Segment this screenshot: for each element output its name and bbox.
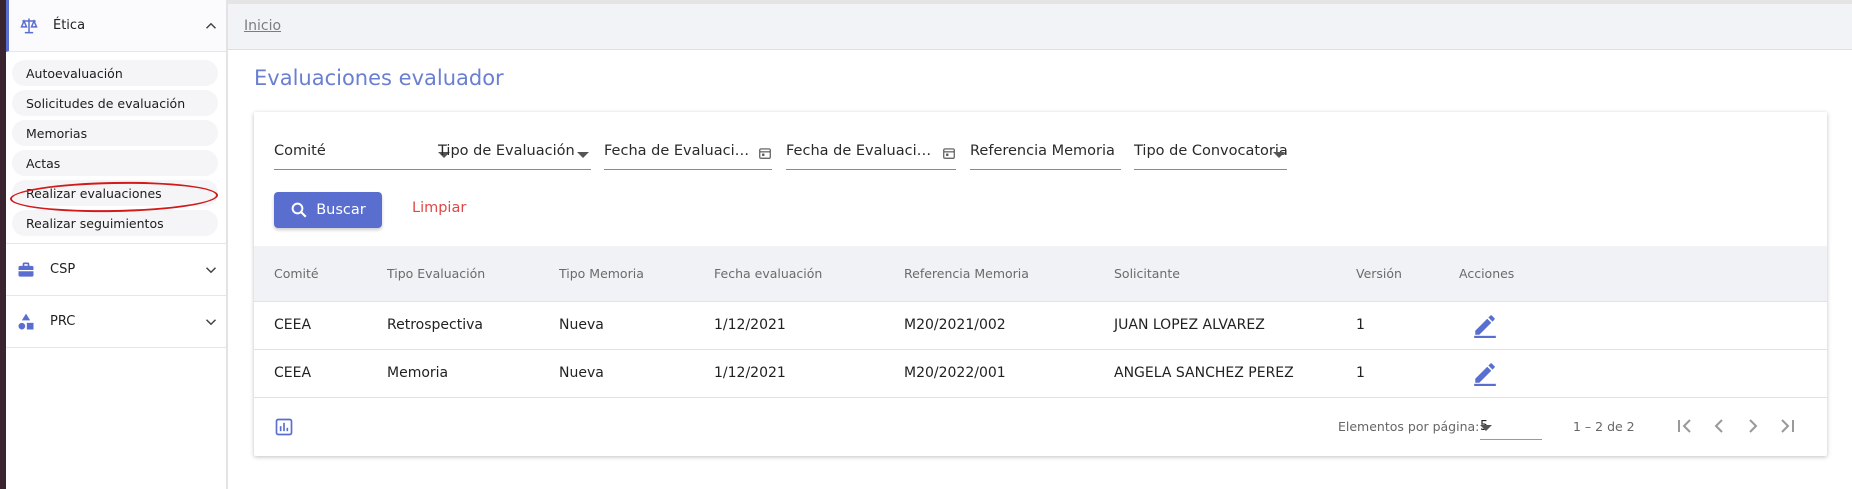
fecha-hasta-input[interactable]: Fecha de Evaluación Ha... xyxy=(786,140,956,170)
clear-button[interactable]: Limpiar xyxy=(412,200,466,216)
sidebar-group-label: PRC xyxy=(50,314,76,329)
referencia-memoria-input[interactable]: Referencia Memoria xyxy=(970,140,1121,170)
sidebar-item-realizar-seguimientos[interactable]: Realizar seguimientos xyxy=(12,210,218,236)
table-row: CEEA Retrospectiva Nueva 1/12/2021 M20/2… xyxy=(254,302,1827,350)
caret-down-icon xyxy=(1480,425,1492,431)
search-icon xyxy=(291,202,307,218)
comite-select[interactable]: Comité xyxy=(274,140,452,170)
results-card: Comité Tipo de Evaluación Fecha de Evalu… xyxy=(254,112,1827,456)
sidebar-group-csp[interactable]: CSP xyxy=(6,244,226,296)
briefcase-icon xyxy=(14,258,38,282)
column-header-fecha-evaluacion[interactable]: Fecha evaluación xyxy=(714,266,822,281)
calendar-icon[interactable] xyxy=(758,146,772,160)
search-button[interactable]: Buscar xyxy=(274,192,382,228)
cell-tipo-memoria: Nueva xyxy=(559,365,604,381)
items-per-page-label: Elementos por página: xyxy=(1338,419,1480,434)
sidebar-item-realizar-evaluaciones[interactable]: Realizar evaluaciones xyxy=(12,180,218,206)
cell-tipo-evaluacion: Retrospectiva xyxy=(387,317,483,333)
sidebar-item-actas[interactable]: Actas xyxy=(12,150,218,176)
breadcrumb: Inicio xyxy=(228,0,1852,50)
cell-comite: CEEA xyxy=(274,365,312,381)
sidebar-group-label: CSP xyxy=(50,262,76,277)
pagination-range: 1 – 2 de 2 xyxy=(1573,419,1635,434)
chevron-down-icon[interactable] xyxy=(202,313,220,331)
sidebar-group-label: Ética xyxy=(53,18,86,33)
previous-page-icon[interactable] xyxy=(1707,414,1731,438)
last-page-icon[interactable] xyxy=(1775,414,1799,438)
tipo-convocatoria-select[interactable]: Tipo de Convocatoria xyxy=(1134,140,1288,170)
next-page-icon[interactable] xyxy=(1741,414,1765,438)
sidebar: Ética Autoevaluación Solicitudes de eval… xyxy=(6,0,228,489)
fecha-desde-input[interactable]: Fecha de Evaluación De... xyxy=(604,140,772,170)
cell-comite: CEEA xyxy=(274,317,312,333)
cell-referencia-memoria: M20/2022/001 xyxy=(904,365,1006,381)
caret-down-icon xyxy=(1273,152,1285,158)
column-header-tipo-evaluacion[interactable]: Tipo Evaluación xyxy=(387,266,485,281)
caret-down-icon xyxy=(577,152,589,158)
cell-fecha-evaluacion: 1/12/2021 xyxy=(714,317,786,333)
sidebar-item-solicitudes[interactable]: Solicitudes de evaluación xyxy=(12,90,218,116)
column-header-version[interactable]: Versión xyxy=(1356,266,1402,281)
calendar-icon[interactable] xyxy=(942,146,956,160)
table-header: Comité Tipo Evaluación Tipo Memoria Fech… xyxy=(254,246,1827,302)
edit-icon[interactable] xyxy=(1472,360,1498,386)
breadcrumb-home-link[interactable]: Inicio xyxy=(244,18,281,34)
cell-solicitante: ANGELA SANCHEZ PEREZ xyxy=(1114,365,1294,381)
column-header-comite[interactable]: Comité xyxy=(274,266,319,281)
chevron-down-icon[interactable] xyxy=(202,261,220,279)
cell-solicitante: JUAN LOPEZ ALVAREZ xyxy=(1114,317,1265,333)
sidebar-item-memorias[interactable]: Memorias xyxy=(12,120,218,146)
sidebar-group-etica[interactable]: Ética xyxy=(6,0,226,52)
cell-version: 1 xyxy=(1356,317,1365,333)
table-footer: Elementos por página: 5 1 – 2 de 2 xyxy=(254,398,1827,456)
cell-tipo-memoria: Nueva xyxy=(559,317,604,333)
etica-submenu: Autoevaluación Solicitudes de evaluación… xyxy=(6,52,226,244)
cell-version: 1 xyxy=(1356,365,1365,381)
first-page-icon[interactable] xyxy=(1673,414,1697,438)
column-header-referencia-memoria[interactable]: Referencia Memoria xyxy=(904,266,1029,281)
page-title: Evaluaciones evaluador xyxy=(254,66,504,90)
column-header-solicitante[interactable]: Solicitante xyxy=(1114,266,1180,281)
column-header-tipo-memoria[interactable]: Tipo Memoria xyxy=(559,266,644,281)
cell-tipo-evaluacion: Memoria xyxy=(387,365,449,381)
column-header-acciones: Acciones xyxy=(1459,266,1515,281)
edit-icon[interactable] xyxy=(1472,312,1498,338)
chevron-up-icon[interactable] xyxy=(202,17,220,35)
scale-icon xyxy=(17,14,41,38)
cell-fecha-evaluacion: 1/12/2021 xyxy=(714,365,786,381)
bar-chart-icon[interactable] xyxy=(274,417,294,437)
cell-referencia-memoria: M20/2021/002 xyxy=(904,317,1006,333)
tipo-evaluacion-select[interactable]: Tipo de Evaluación xyxy=(438,140,591,170)
items-per-page-select[interactable]: 5 xyxy=(1480,414,1542,440)
sidebar-group-prc[interactable]: PRC xyxy=(6,296,226,348)
sidebar-item-autoevaluacion[interactable]: Autoevaluación xyxy=(12,60,218,86)
table-row: CEEA Memoria Nueva 1/12/2021 M20/2022/00… xyxy=(254,350,1827,398)
shapes-icon xyxy=(14,310,38,334)
